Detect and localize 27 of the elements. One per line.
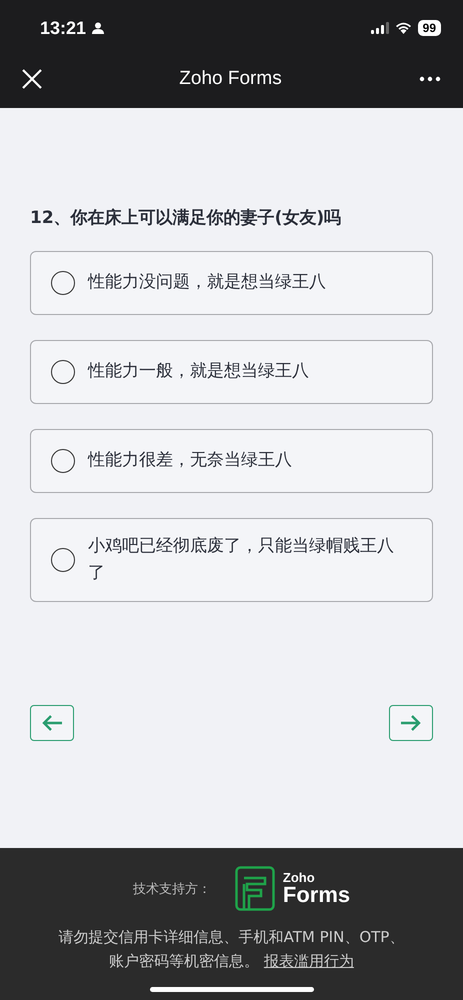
- next-button[interactable]: [389, 705, 433, 742]
- radio-button[interactable]: [51, 548, 75, 572]
- radio-button[interactable]: [51, 271, 75, 295]
- question-title: 12、你在床上可以满足你的妻子(女友)吗: [30, 207, 342, 229]
- status-time: 13:21: [40, 18, 86, 38]
- notice-text: 请勿提交信用卡详细信息、手机和ATM PIN、OTP、账户密码等机密信息。 报表滥用行为: [58, 927, 406, 972]
- logo-text: Forms: [282, 884, 350, 906]
- answer-option[interactable]: 性能力很差，无奈当绿王八: [30, 429, 433, 493]
- answer-option[interactable]: 性能力一般，就是想当绿王八: [30, 340, 433, 404]
- battery-indicator: 99: [418, 20, 441, 36]
- logo-text: Zoho: [282, 871, 316, 884]
- wifi-icon: [394, 22, 412, 34]
- radio-button[interactable]: [51, 449, 75, 473]
- more-icon[interactable]: [418, 76, 441, 82]
- powered-by-label: 技术支持方：: [132, 880, 211, 898]
- report-abuse-link[interactable]: 报表滥用行为: [264, 952, 354, 970]
- person-icon: [92, 22, 104, 34]
- radio-button[interactable]: [51, 360, 75, 384]
- signal-icon: [370, 22, 389, 34]
- nav-title: Zoho Forms: [179, 68, 282, 90]
- answer-option[interactable]: 性能力没问题，就是想当绿王八: [30, 251, 433, 315]
- logo-icon: [234, 866, 275, 911]
- right-arrow-icon: [400, 714, 422, 732]
- previous-button[interactable]: [30, 705, 74, 742]
- left-arrow-icon: [41, 714, 63, 732]
- answer-option[interactable]: 小鸡吧已经彻底废了，只能当绿帽贱王八了: [30, 518, 433, 602]
- close-icon[interactable]: [22, 69, 42, 89]
